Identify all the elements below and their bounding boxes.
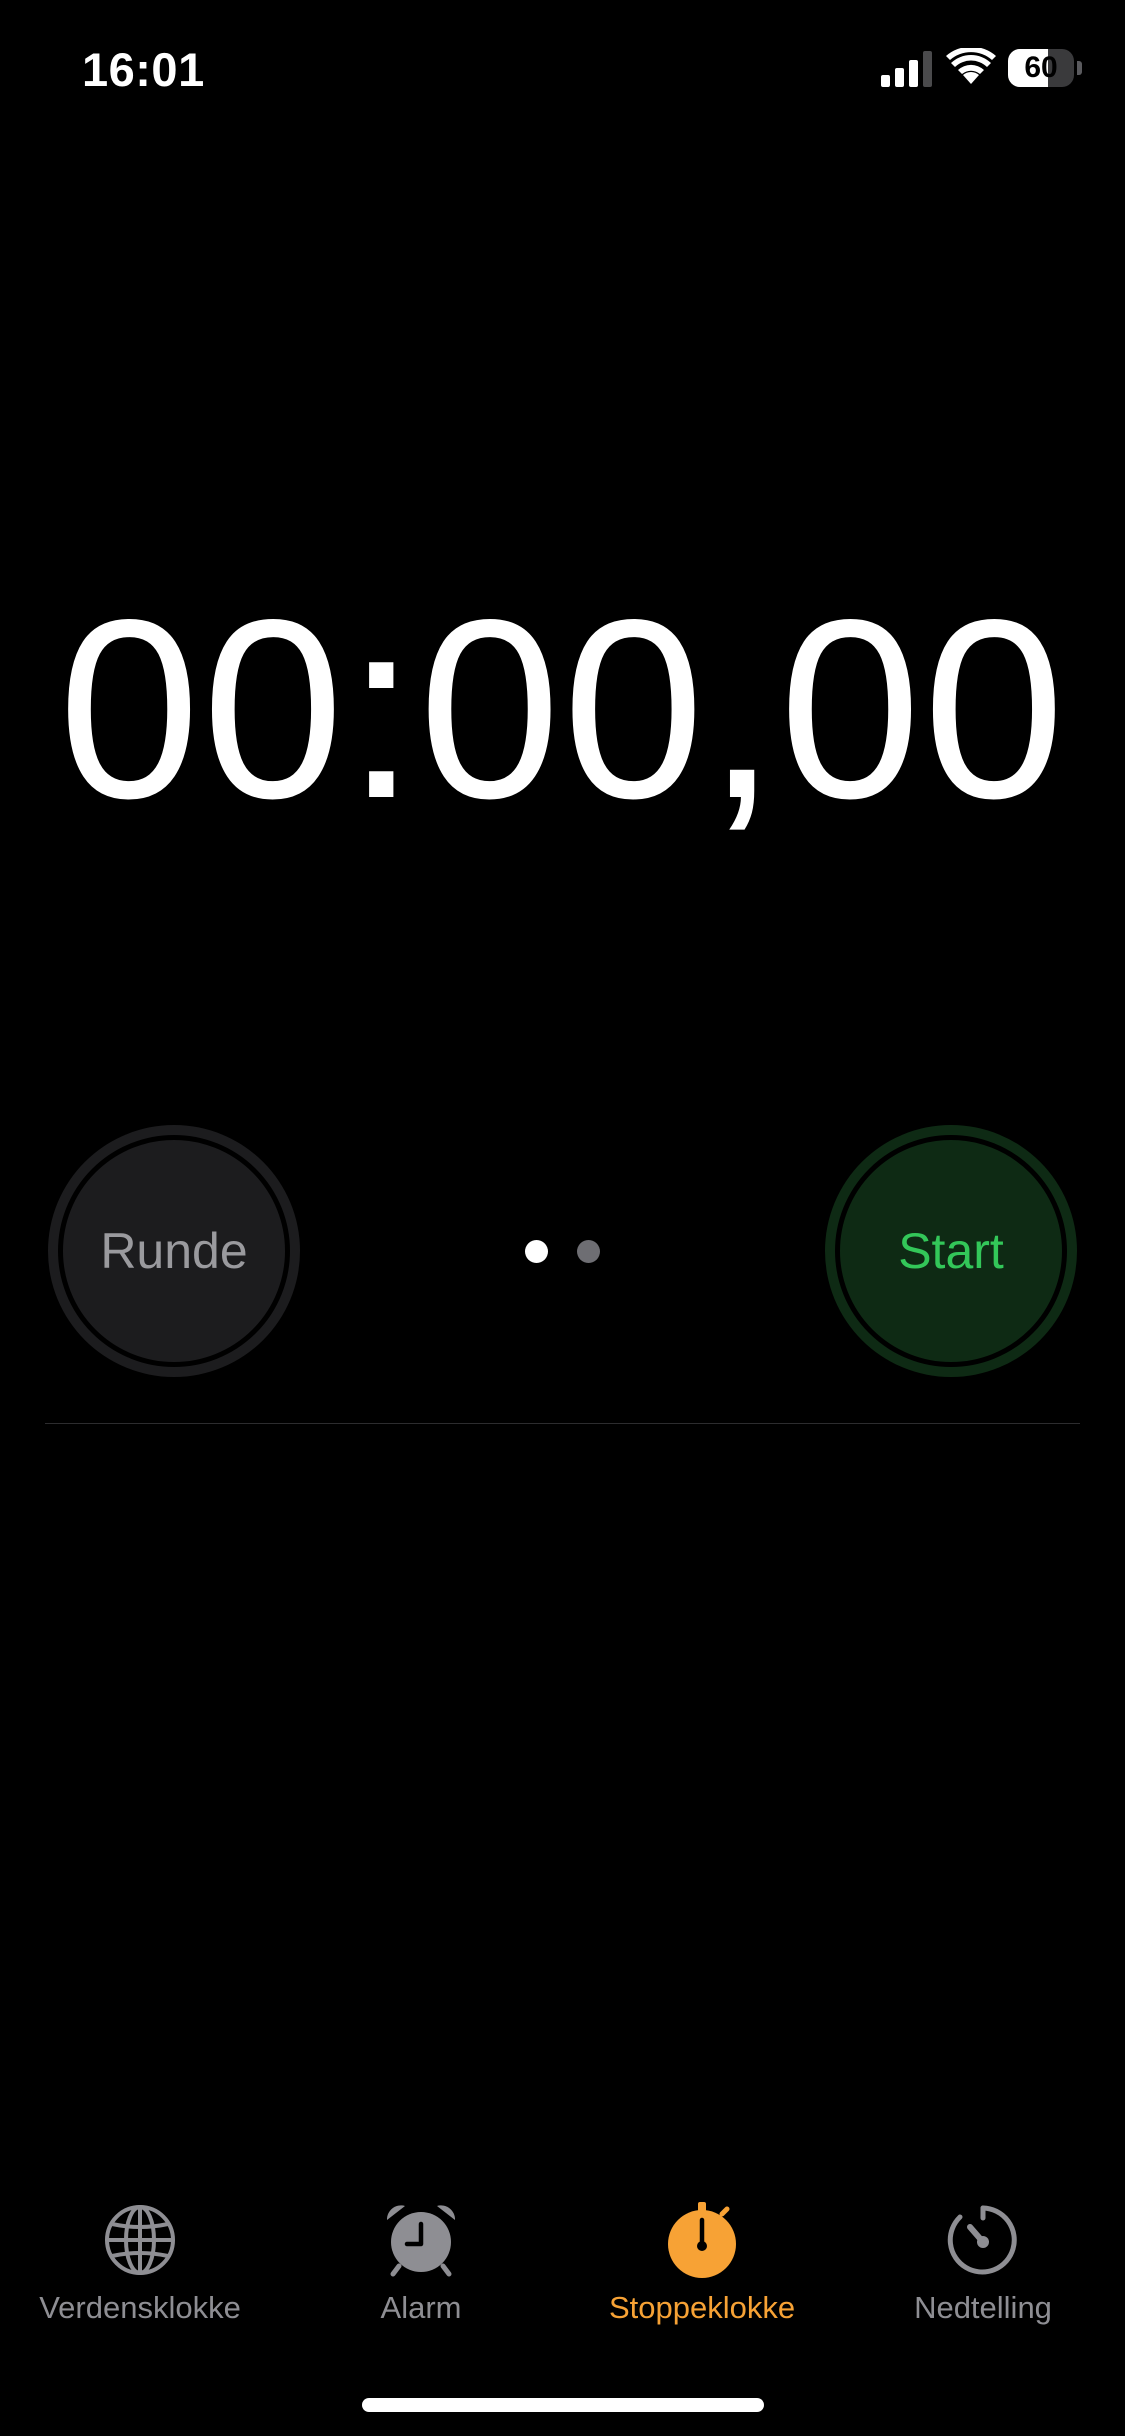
battery-level: 60 (1024, 51, 1058, 84)
battery-body: 60 (1008, 49, 1074, 87)
tab-world-clock[interactable]: Verdensklokke (0, 2190, 280, 2340)
lap-button[interactable]: Runde (48, 1125, 300, 1377)
status-bar: 16:01 60 (0, 0, 1125, 140)
lap-button-label: Runde (58, 1135, 290, 1367)
battery-icon: 60 (1008, 49, 1086, 89)
laps-divider (45, 1423, 1080, 1424)
page-dot-active[interactable] (525, 1240, 548, 1263)
home-indicator[interactable] (362, 2398, 764, 2412)
stopwatch-display: 00:00,00 (58, 567, 1067, 852)
tab-timer-label: Nedtelling (914, 2290, 1052, 2325)
stopwatch-icon (668, 2202, 736, 2278)
tab-alarm-label: Alarm (380, 2290, 462, 2325)
status-time: 16:01 (82, 43, 205, 96)
globe-icon (105, 2205, 175, 2275)
tab-stopwatch[interactable]: Stoppeklokke (562, 2190, 842, 2340)
tab-bar: Verdensklokke Alarm Stoppeklokke Nedtell… (0, 2190, 1125, 2350)
tab-alarm[interactable]: Alarm (281, 2190, 561, 2340)
tab-world-clock-label: Verdensklokke (39, 2290, 241, 2325)
wifi-icon (946, 48, 996, 84)
start-button[interactable]: Start (825, 1125, 1077, 1377)
start-button-label: Start (835, 1135, 1067, 1367)
tab-timer[interactable]: Nedtelling (843, 2190, 1123, 2340)
signal-icon (881, 51, 932, 87)
page-indicator[interactable] (525, 1240, 605, 1264)
battery-tip (1077, 61, 1082, 75)
alarm-clock-icon (386, 2205, 456, 2277)
page-dot-inactive[interactable] (577, 1240, 600, 1263)
timer-icon (947, 2205, 1017, 2275)
tab-stopwatch-label: Stoppeklokke (608, 2290, 796, 2325)
